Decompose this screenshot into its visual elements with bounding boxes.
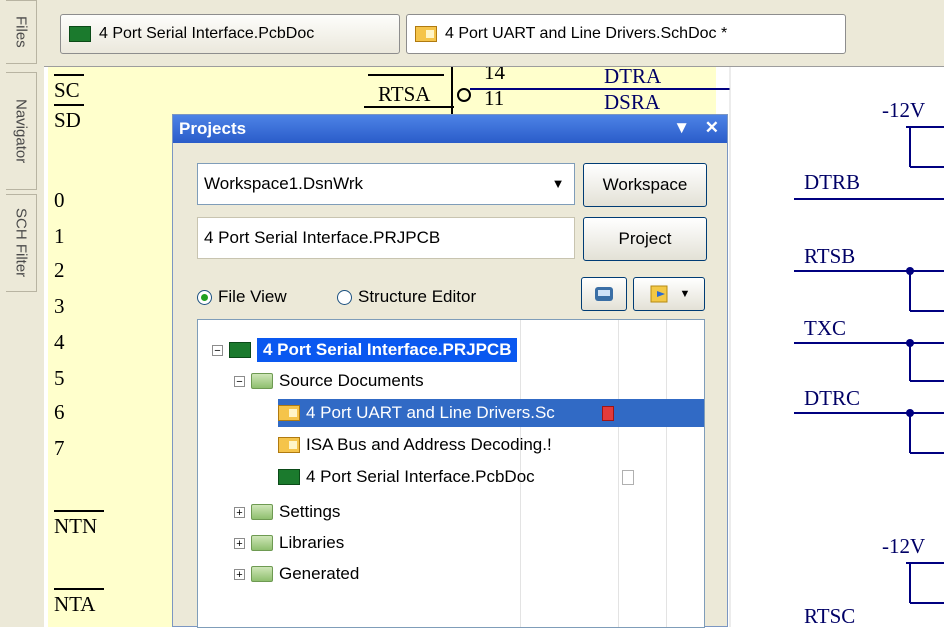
pcb-doc-icon (69, 26, 91, 42)
expand-icon[interactable]: + (234, 568, 245, 580)
workspace-button[interactable]: Workspace (583, 163, 707, 207)
collapse-icon[interactable]: − (234, 375, 245, 387)
project-tree[interactable]: − 4 Port Serial Interface.PRJPCB − Sourc… (197, 319, 705, 628)
pin-label: NTA (54, 592, 96, 616)
radio-label: File View (218, 287, 287, 306)
document-label: 4 Port UART and Line Drivers.Sc (306, 403, 555, 422)
net-label: RTSC (804, 604, 855, 627)
net-label: DTRC (804, 386, 860, 410)
folder-icon (251, 566, 273, 582)
project-field: 4 Port Serial Interface.PRJPCB (197, 217, 575, 259)
sch-doc-icon (278, 405, 300, 421)
net-label: DTRB (804, 170, 860, 194)
pin-label: 3 (54, 294, 65, 318)
pin-label: 0 (54, 188, 65, 212)
tab-files[interactable]: Files (6, 0, 37, 64)
power-label: -12V (882, 98, 925, 122)
expand-icon[interactable]: + (234, 537, 245, 549)
tab-label: 4 Port Serial Interface.PcbDoc (99, 25, 315, 42)
tree-root-item[interactable]: − 4 Port Serial Interface.PRJPCB (212, 336, 518, 364)
compile-icon (595, 287, 613, 301)
pin-label: SC (54, 78, 80, 102)
file-view-radio[interactable]: File View (197, 287, 287, 307)
workspace-dropdown[interactable]: Workspace1.DsnWrk ▼ (197, 163, 575, 205)
pin-label: 5 (54, 366, 65, 390)
expand-icon[interactable]: + (234, 506, 245, 518)
tab-label: 4 Port UART and Line Drivers.SchDoc * (445, 25, 728, 42)
panel-menu-icon[interactable]: ▼ (673, 118, 690, 137)
tab-pcb-document[interactable]: 4 Port Serial Interface.PcbDoc (60, 14, 400, 54)
tree-folder-source[interactable]: − Source Documents (234, 367, 424, 395)
pin-label: 1 (54, 224, 65, 248)
tree-folder-settings[interactable]: + Settings (234, 498, 340, 526)
document-options-button[interactable]: ▼ (633, 277, 705, 311)
document-label: ISA Bus and Address Decoding.! (306, 435, 552, 454)
net-label: RTSB (804, 244, 855, 268)
net-label: DSRA (604, 90, 661, 114)
folder-label: Libraries (279, 533, 345, 552)
compile-button[interactable] (581, 277, 627, 311)
project-icon (229, 342, 251, 358)
folder-open-icon (251, 373, 273, 389)
pin-number: 14 (484, 67, 506, 84)
tab-schematic-document[interactable]: 4 Port UART and Line Drivers.SchDoc * (406, 14, 846, 54)
tree-folder-libraries[interactable]: + Libraries (234, 529, 344, 557)
tree-folder-generated[interactable]: + Generated (234, 560, 359, 588)
pin-label: 4 (54, 330, 65, 354)
chevron-down-icon: ▼ (679, 288, 691, 300)
pcb-doc-icon (278, 469, 300, 485)
projects-panel: Projects ▼ ✕ Workspace1.DsnWrk ▼ Workspa… (172, 114, 728, 628)
pin-label: NTN (54, 514, 97, 538)
sch-doc-icon (278, 437, 300, 453)
close-icon[interactable]: ✕ (705, 118, 719, 137)
radio-selected-icon (197, 289, 212, 305)
tree-document-item[interactable]: 4 Port Serial Interface.PcbDoc (278, 463, 634, 491)
panel-tab-strip: Files Navigator SCH Filter (0, 0, 45, 627)
tree-root-label: 4 Port Serial Interface.PRJPCB (257, 338, 518, 362)
net-label: DTRA (604, 67, 662, 88)
folder-label: Generated (279, 564, 360, 583)
project-button[interactable]: Project (583, 217, 707, 261)
folder-label: Source Documents (279, 371, 424, 390)
panel-title-bar[interactable]: Projects ▼ ✕ (173, 115, 727, 143)
folder-icon (251, 535, 273, 551)
pin-label: SD (54, 108, 81, 132)
document-status-icon (622, 469, 634, 485)
sch-doc-icon (415, 26, 437, 42)
port-label: RTSA (378, 82, 431, 106)
folder-icon (251, 504, 273, 520)
modified-icon (602, 405, 614, 421)
pin-label: 7 (54, 436, 65, 460)
net-label: TXC (804, 316, 846, 340)
pin-label: 6 (54, 400, 65, 424)
tab-sch-filter[interactable]: SCH Filter (6, 194, 37, 292)
document-options-icon (650, 285, 668, 303)
tab-navigator[interactable]: Navigator (6, 72, 37, 190)
tree-document-item[interactable]: ISA Bus and Address Decoding.! (278, 431, 596, 459)
power-label: -12V (882, 534, 925, 558)
panel-title: Projects (179, 119, 247, 138)
document-label: 4 Port Serial Interface.PcbDoc (306, 467, 535, 486)
radio-label: Structure Editor (358, 287, 477, 306)
workspace-value: Workspace1.DsnWrk (204, 174, 364, 193)
radio-unselected-icon (337, 289, 352, 305)
structure-editor-radio[interactable]: Structure Editor (337, 287, 476, 307)
project-value: 4 Port Serial Interface.PRJPCB (204, 228, 441, 247)
tree-document-item[interactable]: 4 Port UART and Line Drivers.Sc (278, 399, 704, 427)
dropdown-arrow-icon[interactable]: ▼ (548, 175, 568, 193)
pin-label: 2 (54, 258, 65, 282)
document-tab-bar: 4 Port Serial Interface.PcbDoc 4 Port UA… (44, 0, 944, 67)
collapse-icon[interactable]: − (212, 344, 223, 356)
folder-label: Settings (279, 502, 341, 521)
